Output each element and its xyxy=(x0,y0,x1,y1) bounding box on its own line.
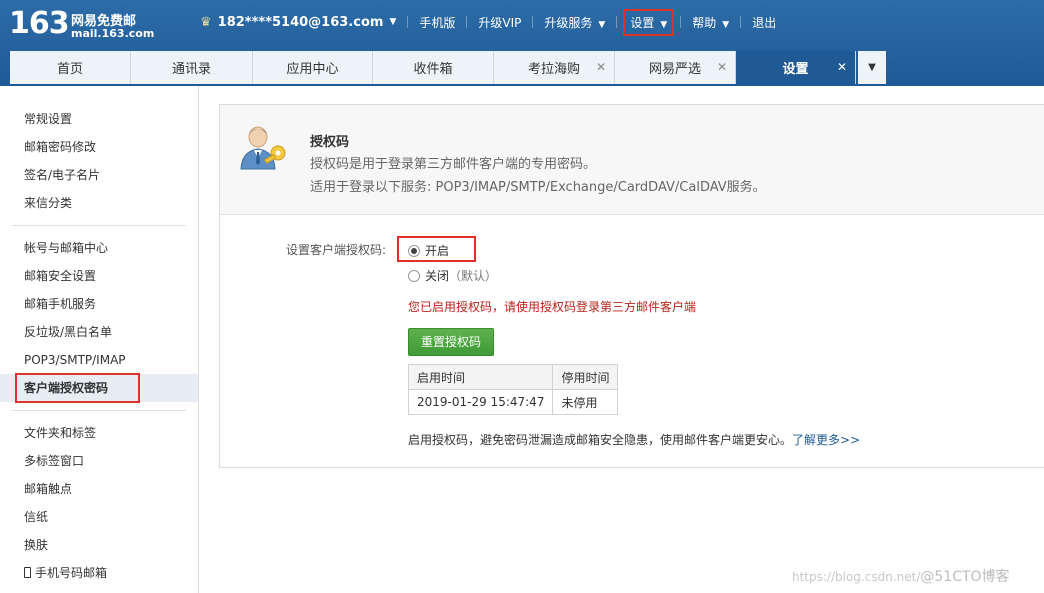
sidebar-item-phone-mailbox[interactable]: 手机号码邮箱 xyxy=(24,559,198,587)
divider xyxy=(680,16,682,28)
auth-code-services: 适用于登录以下服务: POP3/IMAP/SMTP/Exchange/CardD… xyxy=(310,180,766,195)
top-nav: ♛ 182****5140@163.com ▼ 手机版 升级VIP 升级服务 ▼ … xyxy=(200,8,776,36)
settings-sidebar: 常规设置 邮箱密码修改 签名/电子名片 来信分类 帐号与邮箱中心 邮箱安全设置 … xyxy=(0,86,199,593)
tab-kaola[interactable]: 考拉海购 ✕ xyxy=(494,51,615,84)
watermark: https://blog.csdn.net/@51CTO博客 xyxy=(792,566,1010,586)
chevron-down-icon: ▼ xyxy=(660,19,668,30)
upgrade-service-menu[interactable]: 升级服务 ▼ xyxy=(544,14,605,31)
close-icon[interactable]: ✕ xyxy=(837,60,847,74)
sidebar-item-password[interactable]: 邮箱密码修改 xyxy=(24,133,198,161)
table-header-row: 启用时间 停用时间 xyxy=(407,364,619,390)
sidebar-group-general: 常规设置 邮箱密码修改 签名/电子名片 来信分类 xyxy=(0,86,198,217)
learn-more-link[interactable]: 了解更多>> xyxy=(792,433,860,447)
divider xyxy=(532,16,534,28)
chevron-down-icon: ▼ xyxy=(598,19,606,30)
tab-yanxuan[interactable]: 网易严选 ✕ xyxy=(615,51,736,84)
table-cell-disable-time: 未停用 xyxy=(552,389,619,415)
divider xyxy=(12,225,186,226)
radio-disable-note: （默认） xyxy=(449,269,498,283)
watermark-brand: @51CTO博客 xyxy=(920,569,1010,585)
tab-label: 应用中心 xyxy=(286,62,339,77)
sidebar-item-stationery[interactable]: 信纸 xyxy=(24,503,198,531)
tab-settings[interactable]: 设置 ✕ xyxy=(736,51,856,84)
sidebar-item-signature[interactable]: 签名/电子名片 xyxy=(24,161,198,189)
mobile-version-link[interactable]: 手机版 xyxy=(419,14,455,31)
user-email: 182****5140@163.com xyxy=(217,14,384,30)
divider xyxy=(616,16,618,28)
upgrade-vip-link[interactable]: 升级VIP xyxy=(478,14,521,31)
settings-menu[interactable]: 设置 ▼ xyxy=(623,8,675,36)
sidebar-item-mobile-service[interactable]: 邮箱手机服务 xyxy=(24,290,198,318)
sidebar-item-mail-filter[interactable]: 来信分类 xyxy=(24,189,198,217)
sidebar-group-misc: 文件夹和标签 多标签窗口 邮箱触点 信纸 换肤 手机号码邮箱 xyxy=(0,419,198,587)
tab-app-center[interactable]: 应用中心 xyxy=(253,51,373,84)
tab-more-button[interactable]: ▼ xyxy=(858,51,886,84)
table-row: 2019-01-29 15:47:47 未停用 xyxy=(407,389,619,415)
table-header: 启用时间 xyxy=(407,364,554,390)
sidebar-item-label: 手机号码邮箱 xyxy=(35,566,108,580)
tab-home[interactable]: 首页 xyxy=(10,51,131,84)
auth-enabled-notice: 您已启用授权码，请使用授权码登录第三方邮件客户端 xyxy=(408,300,697,314)
tab-label: 网易严选 xyxy=(648,62,701,77)
watermark-url: https://blog.csdn.net/ xyxy=(792,570,921,584)
divider xyxy=(407,16,409,28)
top-header: 163 网易免费邮 mail.163.com ♛ 182****5140@163… xyxy=(0,0,1044,85)
logout-link[interactable]: 退出 xyxy=(752,14,776,31)
radio-button-unchecked[interactable] xyxy=(408,269,420,282)
vip-crown-icon: ♛ xyxy=(200,14,212,30)
sidebar-item-multi-tab[interactable]: 多标签窗口 xyxy=(24,447,198,475)
tab-label: 通讯录 xyxy=(171,62,211,77)
close-icon[interactable]: ✕ xyxy=(596,60,606,74)
tab-bar: 首页 通讯录 应用中心 收件箱 考拉海购 ✕ 网易严选 ✕ 设置 ✕ ▼ xyxy=(10,51,886,84)
tab-inbox[interactable]: 收件箱 xyxy=(373,51,494,84)
sidebar-item-antispam[interactable]: 反垃圾/黑白名单 xyxy=(24,318,198,346)
user-account-menu[interactable]: ♛ 182****5140@163.com ▼ xyxy=(200,15,396,30)
chevron-down-icon: ▼ xyxy=(868,62,876,73)
reset-auth-code-button[interactable]: 重置授权码 xyxy=(408,328,494,356)
sidebar-item-account-center[interactable]: 帐号与邮箱中心 xyxy=(24,234,198,262)
chevron-down-icon: ▼ xyxy=(722,19,730,30)
sidebar-item-touchpoint[interactable]: 邮箱触点 xyxy=(24,475,198,503)
divider xyxy=(740,16,742,28)
logo-url: mail.163.com xyxy=(71,27,155,40)
tab-contacts[interactable]: 通讯录 xyxy=(131,51,253,84)
chevron-down-icon: ▼ xyxy=(389,17,397,27)
highlight-box xyxy=(15,373,140,403)
auth-footer-message: 启用授权码，避免密码泄漏造成邮箱安全隐患，使用邮件客户端更安心。 xyxy=(408,433,793,447)
tab-label: 收件箱 xyxy=(413,62,453,77)
auth-code-table: 启用时间 停用时间 2019-01-29 15:47:47 未停用 xyxy=(407,364,619,415)
sidebar-item-general[interactable]: 常规设置 xyxy=(24,105,198,133)
divider xyxy=(466,16,468,28)
sidebar-item-client-auth[interactable]: 客户端授权密码 xyxy=(0,373,198,403)
help-label: 帮助 xyxy=(692,15,717,30)
help-menu[interactable]: 帮助 ▼ xyxy=(692,14,729,31)
highlight-box xyxy=(397,236,476,262)
upgrade-service-label: 升级服务 xyxy=(544,15,593,30)
radio-disable-label: 关闭 xyxy=(425,269,450,283)
table-cell-enable-time: 2019-01-29 15:47:47 xyxy=(407,389,554,415)
sidebar-item-pop3[interactable]: POP3/SMTP/IMAP xyxy=(24,346,198,374)
tab-label: 考拉海购 xyxy=(527,62,580,77)
logo-number: 163 xyxy=(9,6,70,41)
setting-label: 设置客户端授权码: xyxy=(286,243,387,257)
tab-label: 设置 xyxy=(782,62,809,77)
auth-code-description: 授权码是用于登录第三方邮件客户端的专用密码。 xyxy=(310,157,597,172)
table-header: 停用时间 xyxy=(552,364,619,390)
auth-code-panel: 授权码 授权码是用于登录第三方邮件客户端的专用密码。 适用于登录以下服务: PO… xyxy=(219,104,1044,468)
tab-label: 首页 xyxy=(56,62,83,77)
sidebar-item-security[interactable]: 邮箱安全设置 xyxy=(24,262,198,290)
auth-code-title: 授权码 xyxy=(310,135,350,150)
sidebar-group-account: 帐号与邮箱中心 邮箱安全设置 邮箱手机服务 反垃圾/黑白名单 POP3/SMTP… xyxy=(0,234,198,403)
sidebar-item-skin[interactable]: 换肤 xyxy=(24,531,198,559)
auth-footer-text: 启用授权码，避免密码泄漏造成邮箱安全隐患，使用邮件客户端更安心。了解更多>> xyxy=(408,431,860,448)
user-key-icon xyxy=(240,126,286,170)
close-icon[interactable]: ✕ xyxy=(717,60,727,74)
divider xyxy=(12,410,186,411)
sidebar-item-folders[interactable]: 文件夹和标签 xyxy=(24,419,198,447)
auth-code-header: 授权码 授权码是用于登录第三方邮件客户端的专用密码。 适用于登录以下服务: PO… xyxy=(220,105,1044,215)
settings-label: 设置 xyxy=(630,15,655,30)
phone-icon xyxy=(24,567,31,578)
radio-disable[interactable]: 关闭 （默认） xyxy=(408,267,497,284)
